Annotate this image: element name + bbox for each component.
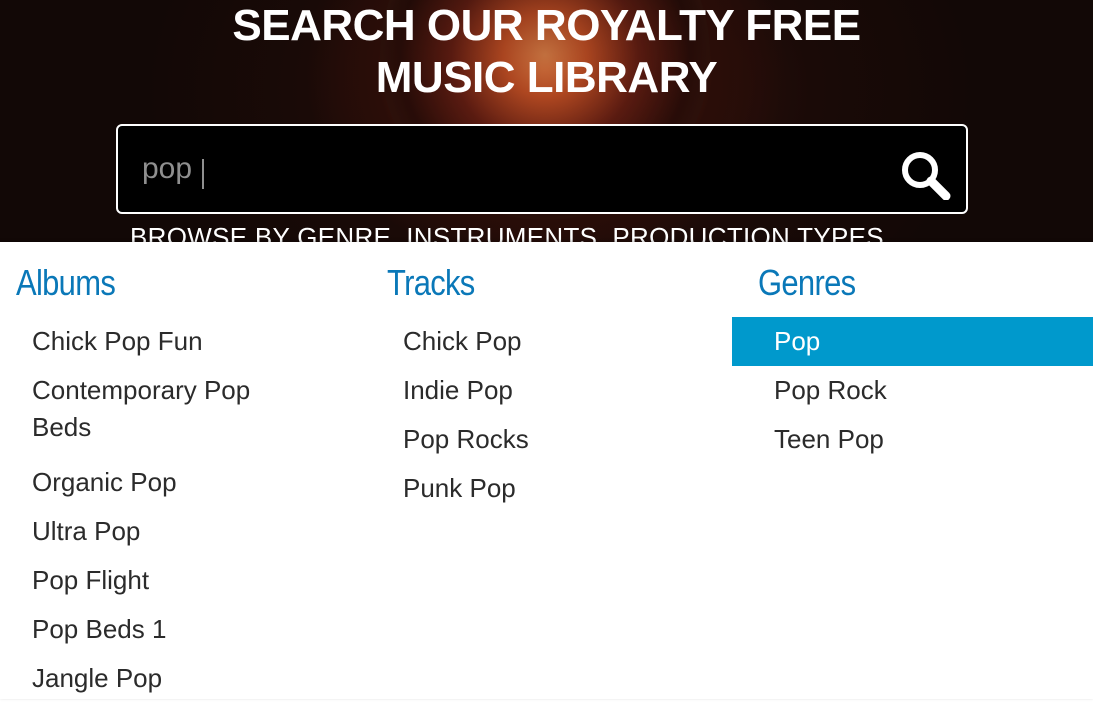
album-item[interactable]: Chick Pop Fun: [0, 317, 362, 366]
tracks-heading: Tracks: [387, 262, 475, 303]
album-item[interactable]: Organic Pop: [0, 458, 362, 507]
album-item[interactable]: Jangle Pop: [0, 654, 362, 703]
search-button[interactable]: [896, 148, 954, 201]
albums-list: Chick Pop Fun Contemporary Pop Beds Orga…: [0, 317, 362, 703]
album-item[interactable]: Ultra Pop: [0, 507, 362, 556]
genre-item[interactable]: Pop Rock: [732, 366, 1093, 415]
album-item[interactable]: Pop Flight: [0, 556, 362, 605]
title-line-2: MUSIC LIBRARY: [375, 53, 718, 102]
browse-link[interactable]: BROWSE BY GENRE, INSTRUMENTS, PRODUCTION…: [130, 222, 884, 242]
genre-item[interactable]: Teen Pop: [732, 415, 1093, 464]
track-item[interactable]: Punk Pop: [371, 464, 733, 513]
search-box: [116, 124, 968, 214]
album-item[interactable]: Contemporary Pop Beds: [0, 366, 362, 458]
tracks-list: Chick Pop Indie Pop Pop Rocks Punk Pop: [371, 317, 733, 513]
album-item[interactable]: Pop Beds 1: [0, 605, 362, 654]
track-item[interactable]: Indie Pop: [371, 366, 733, 415]
track-item[interactable]: Chick Pop: [371, 317, 733, 366]
track-item[interactable]: Pop Rocks: [371, 415, 733, 464]
genres-list: Pop Pop Rock Teen Pop: [732, 317, 1093, 464]
genre-item-active[interactable]: Pop: [732, 317, 1093, 366]
search-input[interactable]: [142, 146, 862, 192]
text-caret: [202, 159, 204, 189]
hero-banner: SEARCH OUR ROYALTY FREE MUSIC LIBRARY BR…: [0, 0, 1093, 242]
search-icon: [902, 152, 951, 201]
genres-heading: Genres: [758, 262, 856, 303]
page-title: SEARCH OUR ROYALTY FREE MUSIC LIBRARY: [0, 0, 1093, 104]
albums-heading: Albums: [16, 262, 116, 303]
title-line-1: SEARCH OUR ROYALTY FREE: [232, 1, 861, 50]
search-suggestions-dropdown: Albums Chick Pop Fun Contemporary Pop Be…: [0, 242, 1093, 699]
